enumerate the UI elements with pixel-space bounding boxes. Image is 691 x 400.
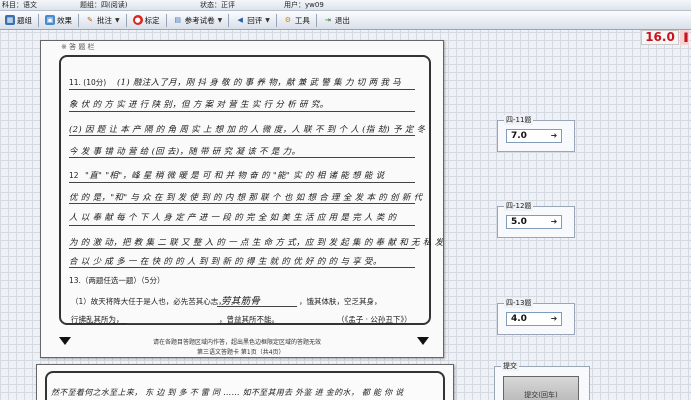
answer-rule xyxy=(69,111,415,112)
score-panel-q11: 四-11题 7.0 ➜ xyxy=(497,115,575,152)
tools-button[interactable]: ⚙ 工具 xyxy=(280,13,313,28)
handwritten-line: (2) 因 题 让 本 产 隔 的 角 周 实 上 想 加 的 人 微 度，人 … xyxy=(69,125,426,135)
pen-icon: ✎ xyxy=(87,16,93,24)
subject-label: 科目：语文 xyxy=(2,1,37,9)
handwritten-line: "直" "相"，峰 星 稍 微 暖 是 可 和 并 物 奋 的 "能" 实 的 … xyxy=(85,171,385,181)
answer-rule xyxy=(69,89,415,90)
answer-rule xyxy=(69,157,415,158)
answer-rule xyxy=(69,225,415,226)
status-bar: 科目：语文 题组：四(阅读) 状态：正评 用户：yw09 xyxy=(0,0,691,11)
back-arrow-icon: ◀ xyxy=(237,16,243,24)
toolbar-separator xyxy=(78,13,79,27)
q13-sentence-3: ，曾益其所不能。 xyxy=(219,315,279,324)
q13-tail: ，饿其体肤，空乏其身， xyxy=(299,297,382,306)
answer-rule xyxy=(217,306,297,307)
sheet-header: ※ 答 题 栏 xyxy=(61,43,95,51)
handwritten-line: 今 发 事 错 动 营 给 (回 去)，随 带 研 究 凝 该 不 是 力。 xyxy=(69,147,301,157)
toolbar-separator xyxy=(275,13,277,27)
toolbar-separator xyxy=(38,13,39,27)
submit-button[interactable]: 提交(回车) xyxy=(503,376,579,400)
score-marker-icon: ▐ xyxy=(680,30,689,45)
sheet-footer-notice: 请在各题目答题区域内作答，超出黑色边框限定区域的答题无效 xyxy=(153,339,322,346)
tool-icon: ⚙ xyxy=(284,16,292,24)
answer-rule xyxy=(127,323,217,324)
score-input-q13[interactable]: 4.0 ➜ xyxy=(506,312,562,326)
answer-rule xyxy=(69,135,415,136)
arrow-right-icon[interactable]: ➜ xyxy=(549,131,559,141)
stop-icon: ● xyxy=(132,15,143,25)
annotate-button[interactable]: ✎ 批注 ▼ xyxy=(82,13,123,28)
chevron-down-icon[interactable]: ▼ xyxy=(265,17,270,24)
registration-mark xyxy=(417,337,429,345)
score-input-q11[interactable]: 7.0 ➜ xyxy=(506,129,562,143)
document-icon: ▤ xyxy=(174,16,181,24)
score-input-q12[interactable]: 5.0 ➜ xyxy=(506,215,562,229)
answer-rule xyxy=(69,267,415,268)
arrow-right-icon[interactable]: ➜ xyxy=(549,314,559,324)
toolbar-separator xyxy=(228,13,230,27)
toolbar: ▦ 题组 ▣ 效果 ✎ 批注 ▼ ● 标定 ▤ 参考试卷 ▼ ◀ 回评 ▼ ⚙ … xyxy=(0,11,691,30)
submit-panel: 提交 提交(回车) xyxy=(494,361,590,400)
q13-citation: （《孟子 · 公孙丑下》） xyxy=(337,315,412,324)
total-score: 16.0 xyxy=(641,30,679,45)
handwritten-line: 然不至着何之水至上来， 东 边 到 多 不 雷 同 …… 如不至其用去 外鉴 进… xyxy=(51,388,404,397)
q11-label: 11. (10分) xyxy=(69,78,107,87)
handwritten-line: 优 的 是，"和" 与 众 在 到 发 使 到 的 内 想 那 联 个 也 如 … xyxy=(69,193,423,203)
q12-label: 12 xyxy=(69,171,79,180)
image-icon: ▣ xyxy=(45,15,55,25)
exit-icon: ⇥ xyxy=(324,16,331,24)
effect-button[interactable]: ▣ 效果 xyxy=(42,13,75,28)
registration-mark xyxy=(59,337,71,345)
answer-rule xyxy=(69,182,415,183)
toolbar-separator xyxy=(165,13,167,27)
score-panel-legend: 四-11题 xyxy=(504,115,534,125)
handwritten-line: (1) 融注入了月，刚 抖 身 敬 的 事 养 物，献 兼 武 警 集 力 切 … xyxy=(117,78,401,88)
q13-label: 13.（两题任选一题）（5分） xyxy=(69,276,165,285)
score-panel-legend: 四-13题 xyxy=(504,298,534,308)
handwritten-line: 为 的 激 动，把 教 集 二 联 又 整 入 的 一 点 生 命 方 式，应 … xyxy=(69,238,444,248)
q13-answer: 劳其筋骨 xyxy=(221,296,261,307)
exit-button[interactable]: ⇥ 退出 xyxy=(320,13,353,28)
toolbar-separator xyxy=(125,13,127,27)
score-panel-q12: 四-12题 5.0 ➜ xyxy=(497,201,575,238)
handwritten-line: 人 以 奉 献 每 个 下 人 身 定 产 进 一 段 的 完 全 如 美 生 … xyxy=(69,213,397,223)
score-panel-legend: 四-12题 xyxy=(504,201,534,211)
toolbar-separator xyxy=(315,13,317,27)
answer-rule xyxy=(69,203,415,204)
answer-sheet-image[interactable]: ※ 答 题 栏 11. (10分) (1) 融注入了月，刚 抖 身 敬 的 事 … xyxy=(40,40,444,358)
reference-paper-button[interactable]: ▤ 参考试卷 ▼ xyxy=(170,13,226,28)
user-label: 用户：yw09 xyxy=(284,1,324,9)
question-group-button[interactable]: ▦ 题组 xyxy=(2,13,35,28)
score-panel-q13: 四-13题 4.0 ➜ xyxy=(497,298,575,335)
chevron-down-icon[interactable]: ▼ xyxy=(115,17,120,24)
sheet-footer-page: 第三语文答题卡 第1页（共4页） xyxy=(197,349,285,356)
handwritten-line: 合 以 少 成 多 一 在 快 的 的 人 到 到 新 的 得 生 就 的 优 … xyxy=(69,257,382,267)
answer-sheet-image-next[interactable]: 然不至着何之水至上来， 东 边 到 多 不 雷 同 …… 如不至其用去 外鉴 进… xyxy=(36,364,454,400)
grid-icon: ▦ xyxy=(5,15,15,25)
chevron-down-icon[interactable]: ▼ xyxy=(218,17,223,24)
arrow-right-icon[interactable]: ➜ xyxy=(549,217,559,227)
marking-state-label: 状态：正评 xyxy=(200,1,235,9)
q13-sentence-2: 行拂乱其所为， xyxy=(71,315,124,324)
submit-legend: 提交 xyxy=(501,361,519,371)
review-back-button[interactable]: ◀ 回评 ▼ xyxy=(232,13,273,28)
question-group-label: 题组：四(阅读) xyxy=(80,1,128,9)
calibrate-button[interactable]: ● 标定 xyxy=(130,13,163,28)
answer-rule xyxy=(69,248,415,249)
handwritten-line: 象 伏 的 方 实 进 行 陕 别，但 方 案 对 营 生 实 行 分 析 研 … xyxy=(69,100,329,110)
q13-sentence: （1）故天将降大任于是人也，必先苦其心志， xyxy=(71,297,226,306)
